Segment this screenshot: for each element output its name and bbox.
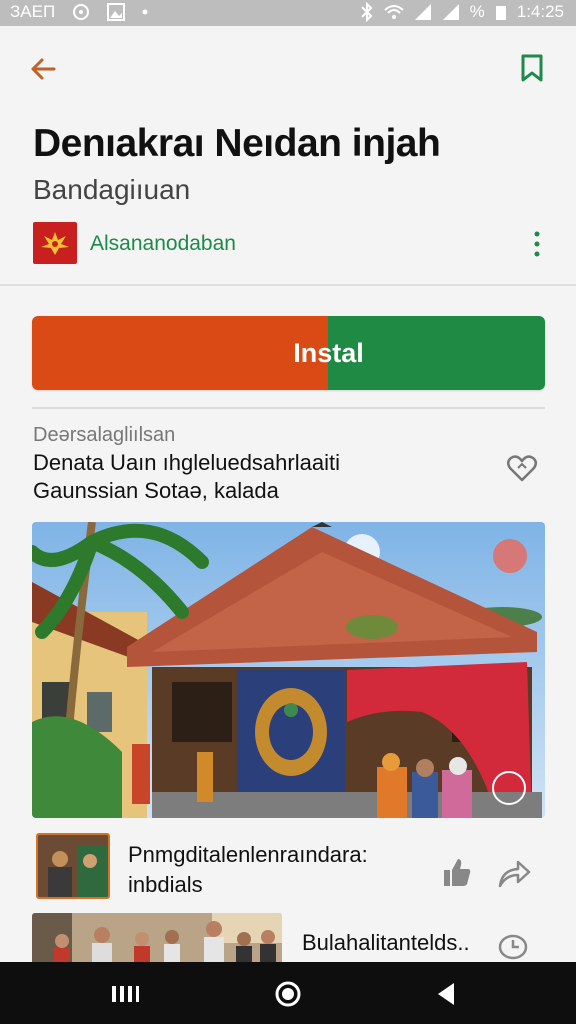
more-options-icon[interactable]	[528, 228, 546, 260]
list-item-thumbnail-2[interactable]	[32, 913, 282, 965]
sync-icon	[73, 4, 90, 20]
bookmark-icon[interactable]	[518, 53, 546, 83]
app-subtitle: Bandagiıuan	[33, 174, 191, 205]
hero-image[interactable]	[32, 522, 545, 818]
description-line-2: Gaunssian Sotaə, kalada	[33, 478, 279, 503]
dot-icon	[142, 9, 148, 15]
list-item-title-2[interactable]: Bulahalitantelds..	[302, 930, 470, 956]
app-title: Denıakraı Neıdan injah	[33, 122, 441, 165]
status-left-text: ЗАЕП	[10, 2, 56, 21]
developer-logo	[33, 222, 77, 264]
battery-text: %	[469, 2, 485, 21]
image-icon	[107, 3, 126, 21]
nav-back-icon[interactable]	[434, 980, 458, 1008]
list-item-title[interactable]: Pnmgditalenlenraındara:	[128, 842, 368, 868]
list-item-thumbnail[interactable]	[36, 833, 110, 899]
list-item-subtitle: inbdials	[128, 872, 203, 897]
status-bar: ЗАЕП % 1:4:25	[0, 0, 576, 26]
clock-icon[interactable]	[497, 932, 529, 960]
install-button[interactable]: Instal	[32, 316, 545, 390]
app-header: Denıakraı Neıdan injah Bandagiıuan Alsan…	[0, 26, 576, 284]
developer-name[interactable]: Alsananodaban	[90, 232, 236, 256]
section-label: Deərsalagliılsan	[33, 424, 176, 446]
install-button-right[interactable]	[328, 316, 545, 390]
thumbs-up-icon[interactable]	[440, 856, 474, 890]
bluetooth-icon	[360, 2, 373, 22]
install-button-left[interactable]	[32, 316, 328, 390]
traditional-house-illustration	[32, 522, 545, 818]
signal2-icon	[442, 4, 459, 20]
home-icon[interactable]	[274, 980, 302, 1008]
recents-icon[interactable]	[110, 984, 140, 1004]
heart-icon[interactable]	[506, 453, 538, 483]
header-divider	[0, 284, 576, 286]
thumbnail-image	[38, 835, 108, 897]
battery-icon	[495, 6, 506, 20]
share-icon[interactable]	[496, 856, 532, 890]
back-arrow-icon[interactable]	[28, 54, 58, 84]
emblem-icon	[41, 232, 69, 255]
wifi-icon	[383, 5, 404, 19]
install-divider	[32, 407, 545, 409]
description-line-1: Denata Uaın ıhgleluedsahrlaaiti	[33, 450, 340, 475]
group-photo-image	[32, 913, 282, 965]
signal-icon	[414, 4, 431, 20]
status-time: 1:4:25	[516, 2, 564, 21]
